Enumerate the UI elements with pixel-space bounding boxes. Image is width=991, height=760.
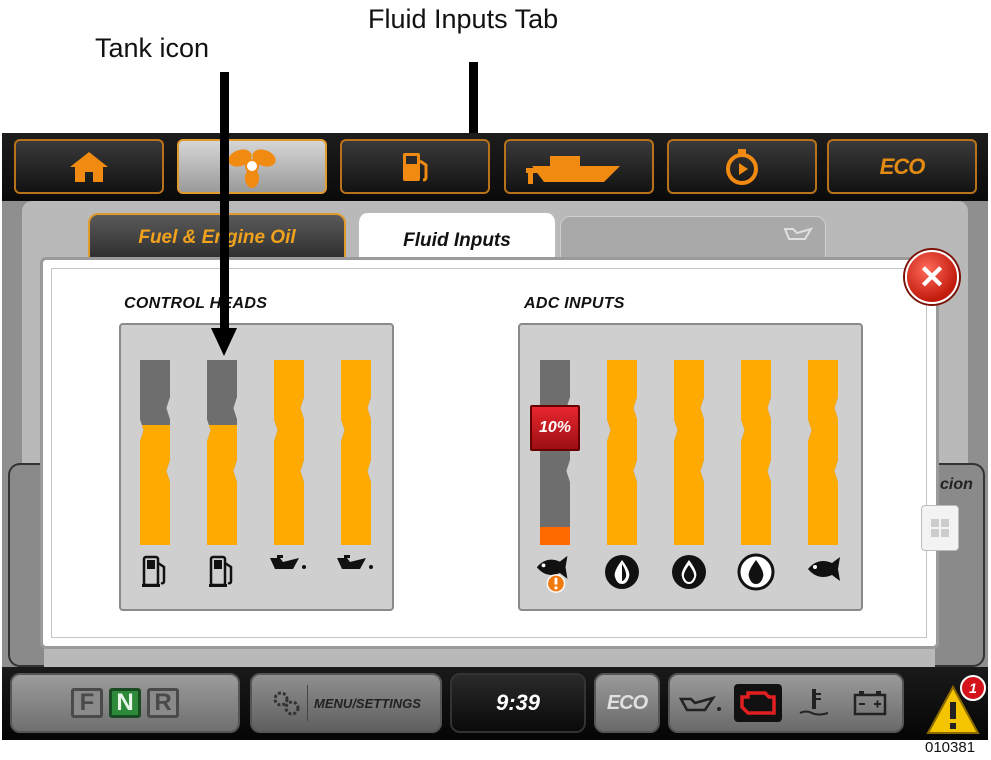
propeller-icon bbox=[228, 148, 276, 188]
oil-can-icon bbox=[334, 553, 378, 597]
menu-settings-label: MENU/SETTINGS bbox=[314, 695, 421, 711]
control-head-tank-2-fill bbox=[207, 424, 237, 545]
fish-icon bbox=[801, 553, 845, 597]
control-head-tank-3-fill bbox=[274, 360, 304, 545]
control-head-tank-2 bbox=[207, 360, 237, 545]
tank-icon-arrow-shaft bbox=[220, 72, 229, 332]
control-head-tank-1-fill bbox=[140, 424, 170, 545]
adc-input-tank-1 bbox=[540, 360, 570, 545]
adc-input-tank-2 bbox=[607, 360, 637, 545]
fish-alert-icon bbox=[533, 553, 577, 597]
clock-display: 9:39 bbox=[450, 673, 586, 733]
eco-icon: ECO bbox=[606, 691, 648, 714]
fluid-inputs-tab-annotation: Fluid Inputs Tab bbox=[368, 4, 559, 34]
left-side-panel bbox=[8, 463, 44, 667]
oil-can-icon bbox=[783, 227, 814, 240]
gear-neutral: N bbox=[109, 688, 141, 718]
adc-input-tank-3-fill bbox=[674, 360, 704, 545]
eco-mode-button[interactable]: ECO bbox=[594, 673, 660, 733]
fuel-pump-icon bbox=[403, 152, 428, 181]
tab-fuel-engine-oil[interactable]: Fuel & Engine Oil bbox=[88, 213, 346, 263]
eco-icon: ECO bbox=[879, 153, 926, 179]
control-head-tank-1 bbox=[140, 360, 170, 545]
oil-can-icon bbox=[267, 553, 311, 597]
close-button[interactable]: ✕ bbox=[905, 250, 959, 304]
right-side-panel-text: cion bbox=[940, 476, 973, 493]
warning-count-badge: 1 bbox=[960, 675, 986, 701]
warning-button[interactable]: 1 bbox=[924, 675, 986, 737]
engine-status-indicators bbox=[668, 673, 904, 733]
adc-input-tank-5-fill bbox=[808, 360, 838, 545]
oil-pressure-icon bbox=[678, 684, 726, 722]
adc-input-tank-1-fill bbox=[540, 526, 570, 545]
menu-settings-button[interactable]: MENU/SETTINGS bbox=[250, 673, 442, 733]
nav-boat-button[interactable] bbox=[504, 139, 654, 194]
black-water-icon bbox=[734, 553, 778, 597]
top-navigation-bar: ECO bbox=[2, 133, 988, 201]
boat-icon bbox=[526, 155, 620, 184]
tank-icon-arrow-head bbox=[211, 328, 237, 356]
adc-input-tank-3 bbox=[674, 360, 704, 545]
home-icon bbox=[70, 151, 108, 182]
gray-water-icon bbox=[667, 553, 711, 597]
tab-fuel-engine-oil-label: Fuel & Engine Oil bbox=[138, 227, 296, 248]
nav-fuel-button[interactable] bbox=[340, 139, 490, 194]
grid-view-button[interactable] bbox=[921, 505, 959, 551]
clock-time: 9:39 bbox=[495, 690, 541, 715]
adc-inputs-title: ADC INPUTS bbox=[524, 295, 625, 312]
fuel-pump-icon bbox=[133, 553, 177, 597]
adc-input-tank-2-fill bbox=[607, 360, 637, 545]
control-head-tank-3 bbox=[274, 360, 304, 545]
grid-icon bbox=[931, 519, 949, 537]
fuel-pump-icon bbox=[200, 553, 244, 597]
tab-fluid-inputs-label: Fluid Inputs bbox=[403, 230, 511, 251]
timer-icon bbox=[726, 148, 758, 185]
fresh-water-icon bbox=[600, 553, 644, 597]
control-head-tank-4-fill bbox=[341, 360, 371, 545]
control-heads-title: CONTROL HEADS bbox=[124, 295, 268, 312]
low-level-alert-badge: 10% bbox=[530, 405, 580, 451]
adc-input-tank-4 bbox=[741, 360, 771, 545]
nav-eco-button[interactable]: ECO bbox=[827, 139, 977, 194]
figure-number: 010381 bbox=[925, 739, 976, 756]
gear-fnr-indicator[interactable]: F N R bbox=[10, 673, 240, 733]
low-level-alert-text: 10% bbox=[538, 419, 572, 436]
gear-forward: F bbox=[71, 688, 103, 718]
coolant-temp-icon bbox=[790, 684, 838, 722]
adc-input-tank-4-fill bbox=[741, 360, 771, 545]
nav-propulsion-button[interactable] bbox=[177, 139, 327, 194]
warning-count: 1 bbox=[969, 680, 977, 696]
gears-icon bbox=[273, 691, 300, 716]
check-engine-icon bbox=[734, 684, 782, 722]
gear-reverse: R bbox=[147, 688, 179, 718]
nav-home-button[interactable] bbox=[14, 139, 164, 194]
close-icon: ✕ bbox=[918, 259, 946, 295]
control-head-tank-4 bbox=[341, 360, 371, 545]
tank-icon-annotation: Tank icon bbox=[95, 33, 210, 63]
battery-icon bbox=[846, 684, 894, 722]
adc-input-tank-5 bbox=[808, 360, 838, 545]
nav-timer-button[interactable] bbox=[667, 139, 817, 194]
